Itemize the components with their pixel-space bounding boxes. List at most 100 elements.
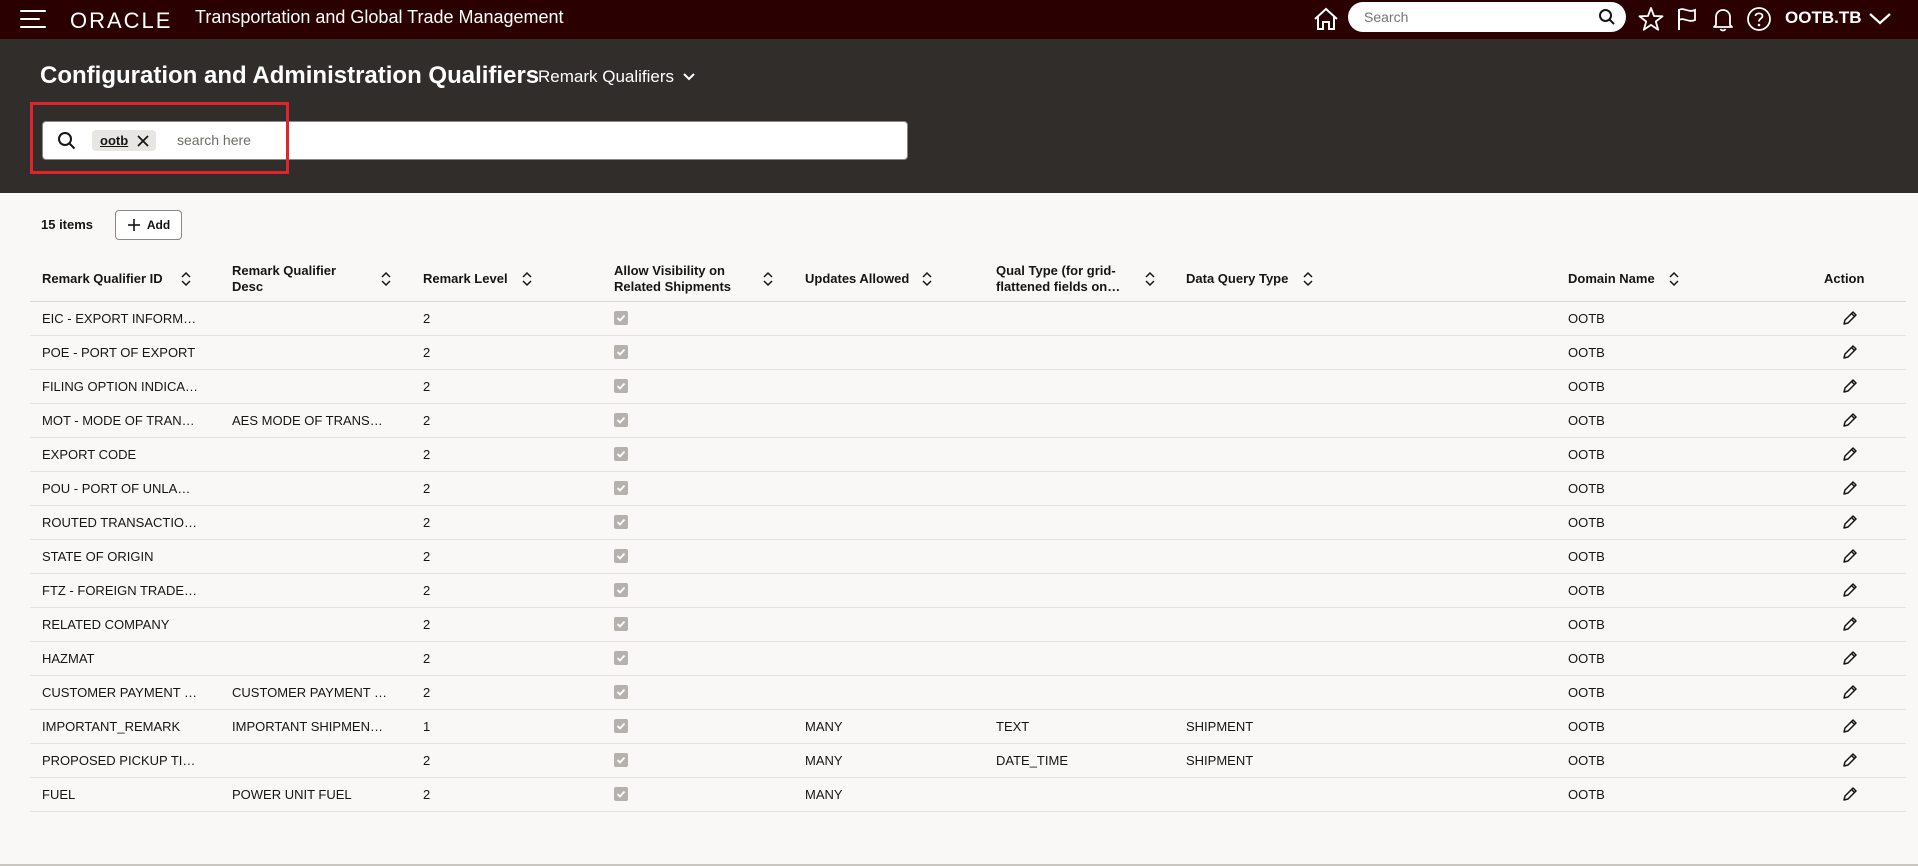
home-icon[interactable] (1312, 5, 1340, 33)
qualifier-type-select[interactable]: Remark Qualifiers (538, 67, 696, 87)
edit-pencil-icon[interactable] (1842, 786, 1858, 802)
column-header-data-query-type[interactable]: Data Query Type (1186, 256, 1366, 301)
filter-search-input[interactable] (175, 131, 879, 149)
cell-remark-level: 2 (423, 345, 431, 360)
column-header-qual-type[interactable]: Qual Type (for grid-flattened fields on… (996, 256, 1176, 301)
table-row[interactable]: HAZMAT 2 OOTB (30, 642, 1906, 676)
edit-pencil-icon[interactable] (1842, 412, 1858, 428)
search-icon[interactable] (1598, 8, 1616, 26)
edit-pencil-icon[interactable] (1842, 684, 1858, 700)
cell-remark-qualifier-desc (232, 574, 402, 607)
edit-pencil-icon[interactable] (1842, 718, 1858, 734)
cell-remark-qualifier-desc (232, 336, 402, 369)
cell-data-query-type (1186, 404, 1356, 437)
table-row[interactable]: IMPORTANT_REMARK IMPORTANT SHIPMEN… 1 MA… (30, 710, 1906, 744)
cell-qual-type (996, 370, 1166, 403)
cell-domain-name: OOTB (1568, 311, 1605, 326)
cell-remark-qualifier-id: POE - PORT OF EXPORT (42, 345, 196, 360)
table-row[interactable]: EIC - EXPORT INFORM… 2 OOTB (30, 302, 1906, 336)
edit-pencil-icon[interactable] (1842, 548, 1858, 564)
cell-domain-name: OOTB (1568, 481, 1605, 496)
cell-data-query-type (1186, 370, 1356, 403)
table-row[interactable]: STATE OF ORIGIN 2 OOTB (30, 540, 1906, 574)
qualifier-select-label: Remark Qualifiers (538, 67, 675, 86)
favorites-star-icon[interactable] (1637, 5, 1665, 33)
column-header-domain-name[interactable]: Domain Name (1568, 256, 1748, 301)
table-row[interactable]: POU - PORT OF UNLA… 2 OOTB (30, 472, 1906, 506)
cell-qual-type (996, 778, 1166, 811)
sort-icon (763, 271, 773, 287)
cell-remark-qualifier-id: POU - PORT OF UNLA… (42, 481, 191, 496)
column-header-action: Action (1824, 256, 1884, 301)
sort-icon (922, 271, 932, 287)
table-row[interactable]: RELATED COMPANY 2 OOTB (30, 608, 1906, 642)
sort-icon (181, 271, 191, 287)
cell-remark-level: 2 (423, 311, 431, 326)
column-header-label: Action (1824, 270, 1865, 286)
table-row[interactable]: FTZ - FOREIGN TRADE… 2 OOTB (30, 574, 1906, 608)
cell-remark-qualifier-id: EXPORT CODE (42, 447, 137, 462)
cell-data-query-type (1186, 506, 1356, 539)
help-icon[interactable] (1745, 5, 1773, 33)
cell-remark-qualifier-desc: CUSTOMER PAYMENT … (232, 685, 388, 700)
user-menu-label[interactable]: OOTB.TB (1785, 8, 1862, 28)
cell-domain-name: OOTB (1568, 413, 1605, 428)
filter-chip[interactable]: ootb (92, 130, 157, 151)
add-button[interactable]: Add (115, 210, 182, 240)
cell-domain-name: OOTB (1568, 583, 1605, 598)
table-row[interactable]: MOT - MODE OF TRAN… AES MODE OF TRANS… 2… (30, 404, 1906, 438)
cell-qual-type: TEXT (996, 719, 1030, 734)
checkmark-icon (616, 450, 626, 458)
table-row[interactable]: EXPORT CODE 2 OOTB (30, 438, 1906, 472)
column-header-label: Data Query Type (1186, 270, 1289, 286)
edit-pencil-icon[interactable] (1842, 446, 1858, 462)
table-row[interactable]: POE - PORT OF EXPORT 2 OOTB (30, 336, 1906, 370)
column-header-remark-qualifier-id[interactable]: Remark Qualifier ID (42, 256, 222, 301)
edit-pencil-icon[interactable] (1842, 752, 1858, 768)
edit-pencil-icon[interactable] (1842, 616, 1858, 632)
cell-remark-qualifier-id: HAZMAT (42, 651, 95, 666)
add-button-label: Add (146, 218, 171, 232)
edit-pencil-icon[interactable] (1842, 650, 1858, 666)
close-icon[interactable] (136, 134, 150, 148)
cell-remark-qualifier-id: FILING OPTION INDICA… (42, 379, 199, 394)
table-row[interactable]: ROUTED TRANSACTIO… 2 OOTB (30, 506, 1906, 540)
table-row[interactable]: FILING OPTION INDICA… 2 OOTB (30, 370, 1906, 404)
column-header-remark-level[interactable]: Remark Level (423, 256, 603, 301)
cell-remark-level: 2 (423, 583, 431, 598)
sort-icon (1303, 271, 1313, 287)
hamburger-menu-icon[interactable] (20, 10, 46, 30)
chevron-down-icon (683, 73, 695, 81)
cell-domain-name: OOTB (1568, 379, 1605, 394)
edit-pencil-icon[interactable] (1842, 310, 1858, 326)
chevron-down-icon[interactable] (1867, 8, 1893, 30)
edit-pencil-icon[interactable] (1842, 344, 1858, 360)
global-search-input[interactable] (1362, 8, 1586, 26)
table-body: EIC - EXPORT INFORM… 2 OOTB POE - PORT O… (30, 302, 1906, 812)
table-row[interactable]: PROPOSED PICKUP TI… 2 MANY DATE_TIME SHI… (30, 744, 1906, 778)
edit-pencil-icon[interactable] (1842, 480, 1858, 496)
notifications-bell-icon[interactable] (1709, 5, 1737, 33)
visibility-checkbox (614, 787, 628, 801)
edit-pencil-icon[interactable] (1842, 514, 1858, 530)
column-header-updates-allowed[interactable]: Updates Allowed (805, 256, 985, 301)
cell-qual-type (996, 642, 1166, 675)
cell-updates-allowed (805, 540, 975, 573)
cell-updates-allowed: MANY (805, 753, 843, 768)
cell-qual-type (996, 302, 1166, 335)
visibility-checkbox (614, 617, 628, 631)
flag-icon[interactable] (1673, 5, 1701, 33)
edit-pencil-icon[interactable] (1842, 378, 1858, 394)
table-row[interactable]: CUSTOMER PAYMENT … CUSTOMER PAYMENT … 2 … (30, 676, 1906, 710)
cell-remark-qualifier-desc (232, 608, 402, 641)
column-header-allow-visibility[interactable]: Allow Visibility on Related Shipments (614, 256, 794, 301)
edit-pencil-icon[interactable] (1842, 582, 1858, 598)
cell-remark-qualifier-desc: POWER UNIT FUEL (232, 787, 352, 802)
cell-remark-qualifier-desc (232, 302, 402, 335)
cell-data-query-type (1186, 336, 1356, 369)
cell-remark-level: 2 (423, 413, 431, 428)
table-row[interactable]: FUEL POWER UNIT FUEL 2 MANY OOTB (30, 778, 1906, 812)
column-header-remark-qualifier-desc[interactable]: Remark Qualifier Desc (232, 256, 412, 301)
checkmark-icon (616, 654, 626, 662)
column-header-label: Updates Allowed (805, 270, 910, 286)
